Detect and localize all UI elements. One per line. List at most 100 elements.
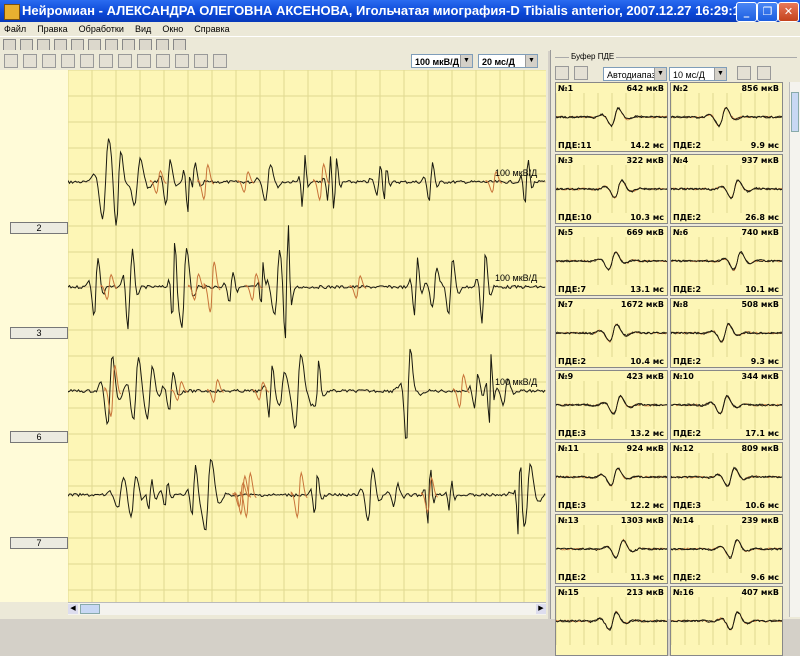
pde-cell[interactable]: №11 924 мкВ ПДЕ:3 12.2 мс xyxy=(555,442,668,512)
channel-label-2[interactable]: 2 xyxy=(10,222,68,234)
pde-count: ПДЕ:7 xyxy=(558,285,587,294)
pde-number: №9 xyxy=(558,372,574,381)
pde-duration: 13.1 мс xyxy=(630,285,664,294)
sweep-select[interactable]: 20 мс/Д ▼ xyxy=(478,54,538,68)
scroll-thumb[interactable] xyxy=(80,604,100,614)
view-icon[interactable] xyxy=(42,54,56,68)
pde-waveform xyxy=(556,309,667,357)
pde-extract-icon[interactable] xyxy=(213,54,227,68)
pde-number: №11 xyxy=(558,444,579,453)
pde-count: ПДЕ:2 xyxy=(673,213,702,222)
menu-view[interactable]: Вид xyxy=(131,22,155,36)
sensitivity-select[interactable]: 100 мкВ/Д ▼ xyxy=(411,54,473,68)
pde-waveform xyxy=(671,93,782,141)
menu-help[interactable]: Справка xyxy=(190,22,233,36)
menu-edit[interactable]: Правка xyxy=(33,22,71,36)
pde-cell[interactable]: №9 423 мкВ ПДЕ:3 13.2 мс xyxy=(555,370,668,440)
scroll-thumb[interactable] xyxy=(791,92,799,132)
channel-scale-label: 100 мкВ/Д xyxy=(495,377,537,387)
channel-label-3[interactable]: 3 xyxy=(10,327,68,339)
horizontal-scrollbar[interactable]: ◀ ▶ xyxy=(68,602,546,615)
emg-traces: 100 мкВ/Д 100 мкВ/Д 100 мкВ/Д xyxy=(68,70,546,602)
pde-cell[interactable]: №2 856 мкВ ПДЕ:2 9.9 мс xyxy=(670,82,783,152)
pde-waveform xyxy=(556,93,667,141)
pde-number: №3 xyxy=(558,156,574,165)
pde-amplitude: 642 мкВ xyxy=(626,84,664,93)
pde-cell[interactable]: №8 508 мкВ ПДЕ:2 9.3 мс xyxy=(670,298,783,368)
channel-gutter: 2 3 6 7 xyxy=(0,70,69,602)
pde-duration: 9.3 мс xyxy=(750,357,779,366)
pde-amplitude: 669 мкВ xyxy=(626,228,664,237)
pde-count: ПДЕ:3 xyxy=(558,429,587,438)
pde-amplitude: 937 мкВ xyxy=(741,156,779,165)
pde-cell[interactable]: №16 407 мкВ xyxy=(670,586,783,656)
pde-waveform xyxy=(556,237,667,285)
pde-duration: 13.2 мс xyxy=(630,429,664,438)
pde-cell[interactable]: №5 669 мкВ ПДЕ:7 13.1 мс xyxy=(555,226,668,296)
menu-file[interactable]: Файл xyxy=(0,22,30,36)
pde-count: ПДЕ:2 xyxy=(673,285,702,294)
minimize-button[interactable]: _ xyxy=(736,2,757,22)
close-button[interactable]: ✕ xyxy=(778,2,799,22)
filter-icon[interactable] xyxy=(61,54,75,68)
pde-waveform xyxy=(671,309,782,357)
scroll-right-icon[interactable]: ▶ xyxy=(536,604,546,614)
range-select[interactable]: Автодиапазон ▼ xyxy=(603,67,667,81)
pde-number: №7 xyxy=(558,300,574,309)
pde-waveform xyxy=(671,237,782,285)
maximize-button[interactable]: ❐ xyxy=(757,2,778,22)
cursor-icon[interactable] xyxy=(99,54,113,68)
pde-analyze-icon[interactable] xyxy=(737,66,751,80)
pde-cell[interactable]: №4 937 мкВ ПДЕ:2 26.8 мс xyxy=(670,154,783,224)
pde-duration: 14.2 мс xyxy=(630,141,664,150)
pde-number: №14 xyxy=(673,516,694,525)
pde-duration: 10.1 мс xyxy=(745,285,779,294)
pde-amplitude: 213 мкВ xyxy=(626,588,664,597)
pde-count: ПДЕ:3 xyxy=(558,501,587,510)
pde-cell[interactable]: №12 809 мкВ ПДЕ:3 10.6 мс xyxy=(670,442,783,512)
pde-waveform xyxy=(671,165,782,213)
signal-plot[interactable]: 100 мкВ/Д 100 мкВ/Д 100 мкВ/Д xyxy=(68,70,546,602)
pde-amplitude: 740 мкВ xyxy=(741,228,779,237)
pde-duration: 10.4 мс xyxy=(630,357,664,366)
pde-cell[interactable]: №14 239 мкВ ПДЕ:2 9.6 мс xyxy=(670,514,783,584)
play-icon[interactable] xyxy=(4,54,18,68)
pde-cell[interactable]: №13 1303 мкВ ПДЕ:2 11.3 мс xyxy=(555,514,668,584)
pde-count: ПДЕ:2 xyxy=(673,573,702,582)
pde-duration: 10.3 мс xyxy=(630,213,664,222)
pde-wave-icon[interactable] xyxy=(555,66,569,80)
marker-icon[interactable] xyxy=(80,54,94,68)
menu-window[interactable]: Окно xyxy=(158,22,187,36)
pde-cell[interactable]: №6 740 мкВ ПДЕ:2 10.1 мс xyxy=(670,226,783,296)
channel-label-6[interactable]: 6 xyxy=(10,431,68,443)
pde-amplitude: 239 мкВ xyxy=(741,516,779,525)
wave-select-icon[interactable] xyxy=(137,54,151,68)
pde-cell[interactable]: №10 344 мкВ ПДЕ:2 17.1 мс xyxy=(670,370,783,440)
trigger-icon[interactable] xyxy=(156,54,170,68)
pde-icon[interactable] xyxy=(194,54,208,68)
chevron-down-icon: ▼ xyxy=(460,55,472,67)
pde-number: №2 xyxy=(673,84,689,93)
pde-settings-icon[interactable] xyxy=(757,66,771,80)
pde-count: ПДЕ:11 xyxy=(558,141,592,150)
wave-icon[interactable] xyxy=(118,54,132,68)
pde-number: №8 xyxy=(673,300,689,309)
pde-cell[interactable]: №3 322 мкВ ПДЕ:10 10.3 мс xyxy=(555,154,668,224)
buffer-sweep-value: 10 мс/Д xyxy=(673,70,705,80)
menu-processing[interactable]: Обработки xyxy=(75,22,128,36)
buffer-sweep-select[interactable]: 10 мс/Д ▼ xyxy=(669,67,727,81)
channel-scale-label: 100 мкВ/Д xyxy=(495,168,537,178)
pde-stack-icon[interactable] xyxy=(574,66,588,80)
analyze-icon[interactable] xyxy=(175,54,189,68)
pde-buffer-pane: Буфер ПДЕ Автодиапазон ▼ 10 мс/Д ▼ №1 642… xyxy=(550,50,800,656)
chevron-down-icon: ▼ xyxy=(525,55,537,67)
channel-scale-label: 100 мкВ/Д xyxy=(495,273,537,283)
step-icon[interactable] xyxy=(23,54,37,68)
channel-label-7[interactable]: 7 xyxy=(10,537,68,549)
vertical-scrollbar[interactable] xyxy=(789,82,800,617)
pde-cell[interactable]: №1 642 мкВ ПДЕ:11 14.2 мс xyxy=(555,82,668,152)
scroll-left-icon[interactable]: ◀ xyxy=(68,604,78,614)
pde-cell[interactable]: №7 1672 мкВ ПДЕ:2 10.4 мс xyxy=(555,298,668,368)
pde-cell[interactable]: №15 213 мкВ xyxy=(555,586,668,656)
pde-count: ПДЕ:10 xyxy=(558,213,592,222)
